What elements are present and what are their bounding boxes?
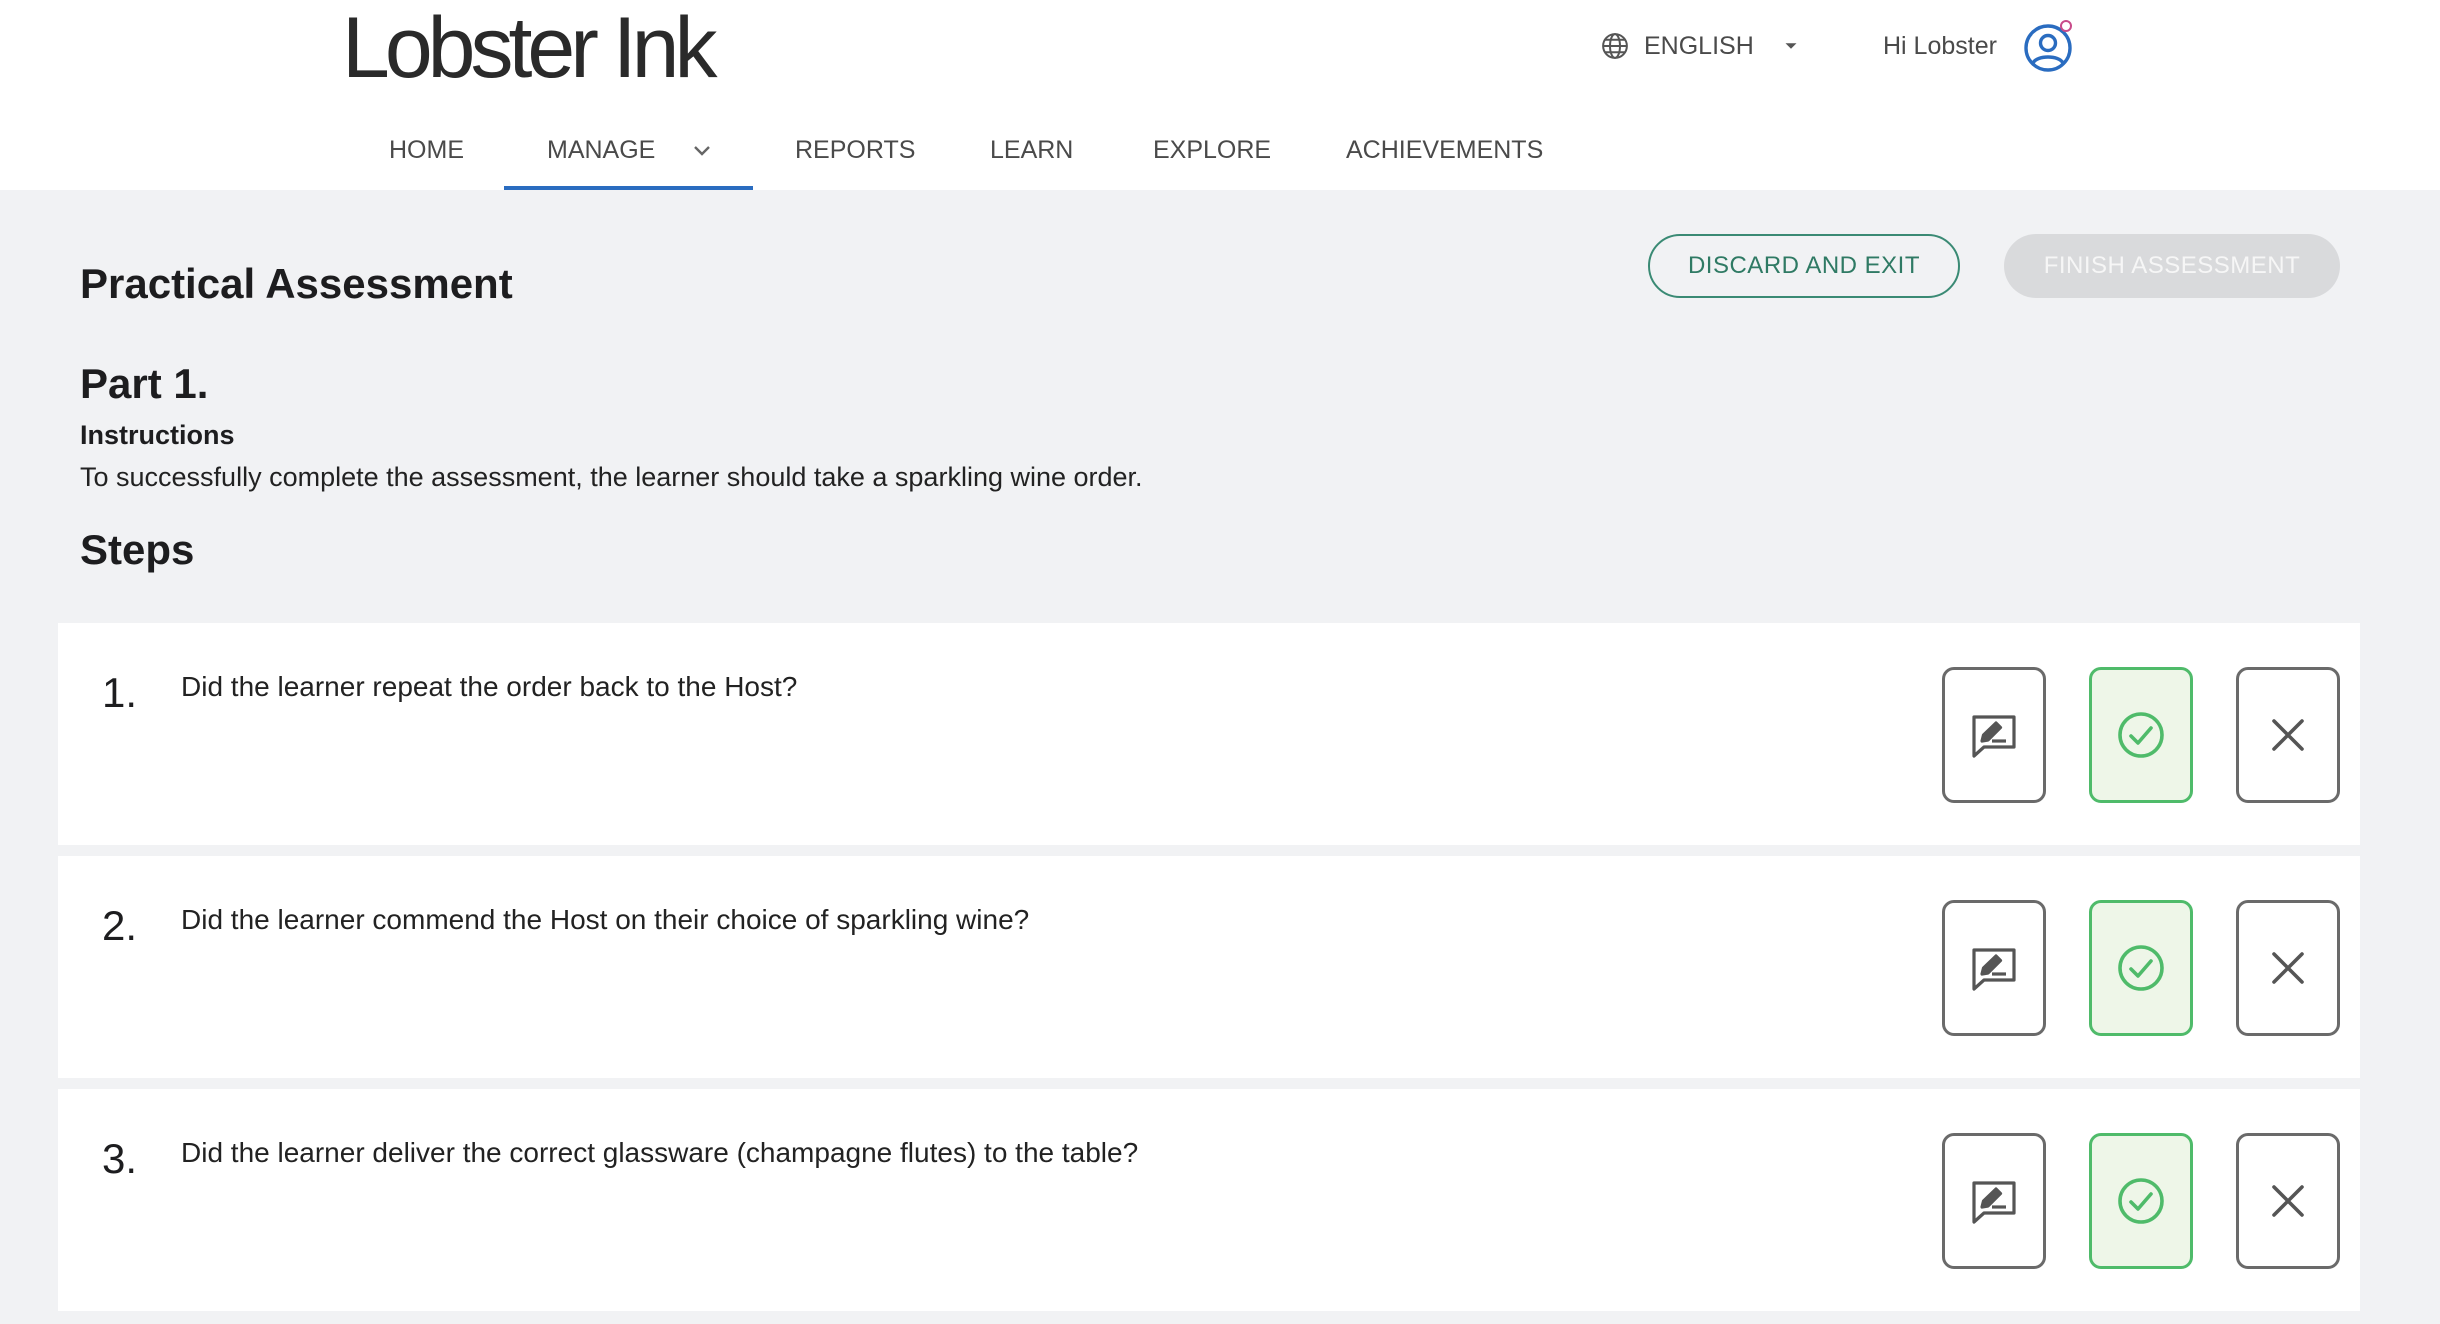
step-number: 3. <box>102 1135 138 1182</box>
user-avatar-button[interactable] <box>2020 18 2076 74</box>
nav-reports[interactable]: REPORTS <box>795 110 915 190</box>
comment-edit-icon <box>1972 1181 2016 1224</box>
nav-explore[interactable]: EXPLORE <box>1153 110 1271 190</box>
check-circle-icon <box>2118 945 2164 991</box>
steps-heading: Steps <box>80 526 195 573</box>
add-comment-button[interactable] <box>1942 900 2046 1036</box>
fail-button[interactable] <box>2236 667 2340 803</box>
user-greeting: Hi Lobster <box>1883 31 1997 60</box>
language-label: ENGLISH <box>1644 31 1754 60</box>
pass-button[interactable] <box>2089 1133 2193 1269</box>
add-comment-button[interactable] <box>1942 667 2046 803</box>
step-number: 2. <box>102 902 138 949</box>
discard-and-exit-button[interactable]: DISCARD AND EXIT <box>1648 234 1960 298</box>
step-card: 3. Did the learner deliver the correct g… <box>58 1089 2360 1311</box>
comment-edit-icon <box>1972 715 2016 758</box>
nav-learn[interactable]: LEARN <box>990 110 1073 190</box>
add-comment-button[interactable] <box>1942 1133 2046 1269</box>
close-icon <box>2272 719 2304 751</box>
nav-manage-label: MANAGE <box>547 136 656 164</box>
notification-dot <box>2060 20 2072 32</box>
step-card: 1. Did the learner repeat the order back… <box>58 623 2360 845</box>
nav-home[interactable]: HOME <box>389 110 464 190</box>
pass-button[interactable] <box>2089 900 2193 1036</box>
step-question: Did the learner repeat the order back to… <box>181 671 798 702</box>
check-circle-icon <box>2118 712 2164 758</box>
nav-achievements[interactable]: ACHIEVEMENTS <box>1346 110 1543 190</box>
pass-button[interactable] <box>2089 667 2193 803</box>
instructions-text: To successfully complete the assessment,… <box>80 462 1143 492</box>
comment-edit-icon <box>1972 948 2016 991</box>
language-selector[interactable]: ENGLISH <box>1600 26 1802 66</box>
check-circle-icon <box>2118 1178 2164 1224</box>
step-question: Did the learner commend the Host on thei… <box>181 904 1030 935</box>
close-icon <box>2272 1185 2304 1217</box>
nav-manage[interactable]: MANAGE <box>504 110 753 190</box>
step-question: Did the learner deliver the correct glas… <box>181 1137 1139 1168</box>
close-icon <box>2272 952 2304 984</box>
caret-down-icon <box>1785 43 1797 49</box>
part-title: Part 1. <box>80 360 209 407</box>
instructions-heading: Instructions <box>80 420 235 450</box>
fail-button[interactable] <box>2236 1133 2340 1269</box>
page-title: Practical Assessment <box>80 260 513 307</box>
step-number: 1. <box>102 669 138 716</box>
fail-button[interactable] <box>2236 900 2340 1036</box>
finish-assessment-button[interactable]: FINISH ASSESSMENT <box>2004 234 2340 298</box>
step-card: 2. Did the learner commend the Host on t… <box>58 856 2360 1078</box>
top-header: Lobster Ink ENGLISH Hi Lobster HOME MANA… <box>0 0 2440 190</box>
brand-logo[interactable]: Lobster Ink <box>342 0 717 96</box>
chevron-down-icon <box>694 146 711 157</box>
globe-icon <box>1602 33 1628 59</box>
